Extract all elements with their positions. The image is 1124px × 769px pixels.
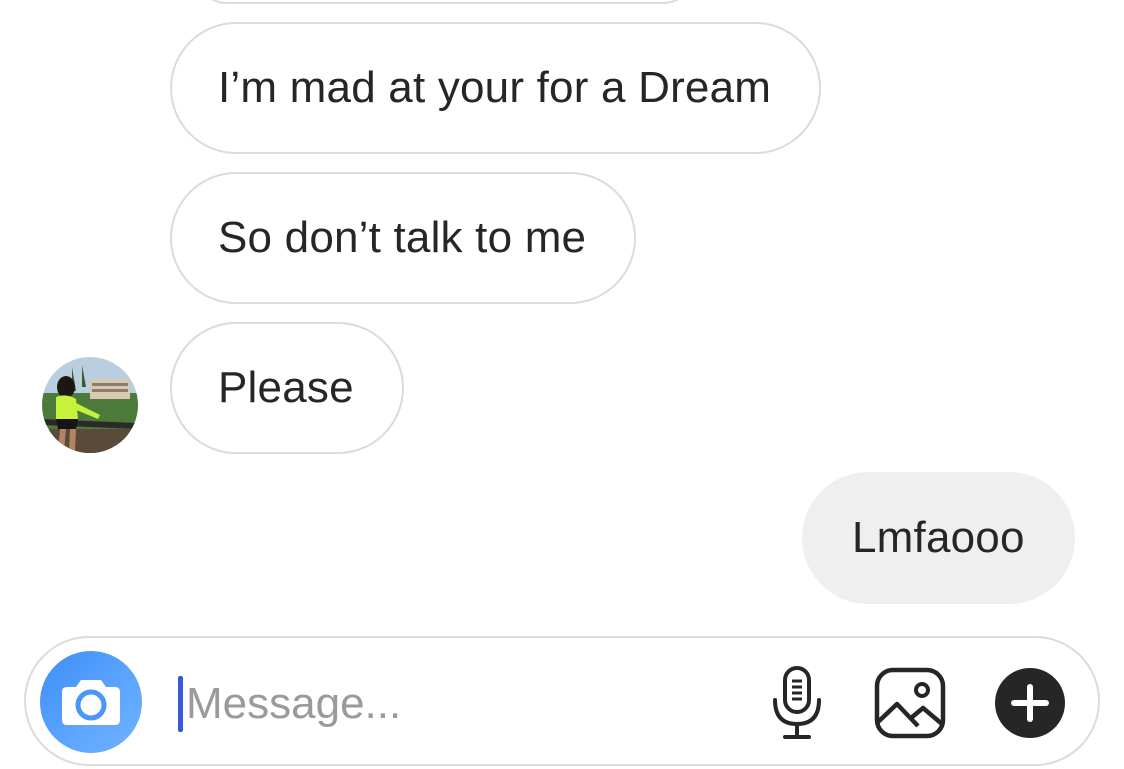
microphone-icon xyxy=(773,666,821,739)
message-text: Please xyxy=(218,363,354,412)
message-text: I’m mad at your for a Dream xyxy=(218,63,772,112)
message-composer xyxy=(24,636,1100,766)
outgoing-message-bubble[interactable]: Lmfaooo xyxy=(802,472,1075,604)
avatar-photo xyxy=(42,357,138,453)
camera-icon xyxy=(62,680,120,725)
incoming-message-bubble[interactable]: So don’t talk to me xyxy=(170,172,637,304)
sender-avatar[interactable] xyxy=(42,357,138,453)
gallery-button[interactable] xyxy=(872,664,948,742)
incoming-message-bubble[interactable]: Please xyxy=(170,322,404,454)
message-text: Lmfaooo xyxy=(852,513,1025,562)
message-input[interactable] xyxy=(186,668,746,740)
dm-thread-screen: I’m mad at your for a Dream So don’t tal… xyxy=(0,0,1124,769)
partial-message-bubble xyxy=(195,0,695,4)
voice-message-button[interactable] xyxy=(764,664,830,742)
text-cursor xyxy=(178,676,183,732)
incoming-message-bubble[interactable]: I’m mad at your for a Dream xyxy=(170,22,822,154)
image-gallery-icon xyxy=(874,667,946,739)
message-text: So don’t talk to me xyxy=(218,213,587,262)
plus-circle-icon xyxy=(995,668,1065,738)
add-content-button[interactable] xyxy=(992,664,1068,742)
camera-button[interactable] xyxy=(40,651,142,753)
